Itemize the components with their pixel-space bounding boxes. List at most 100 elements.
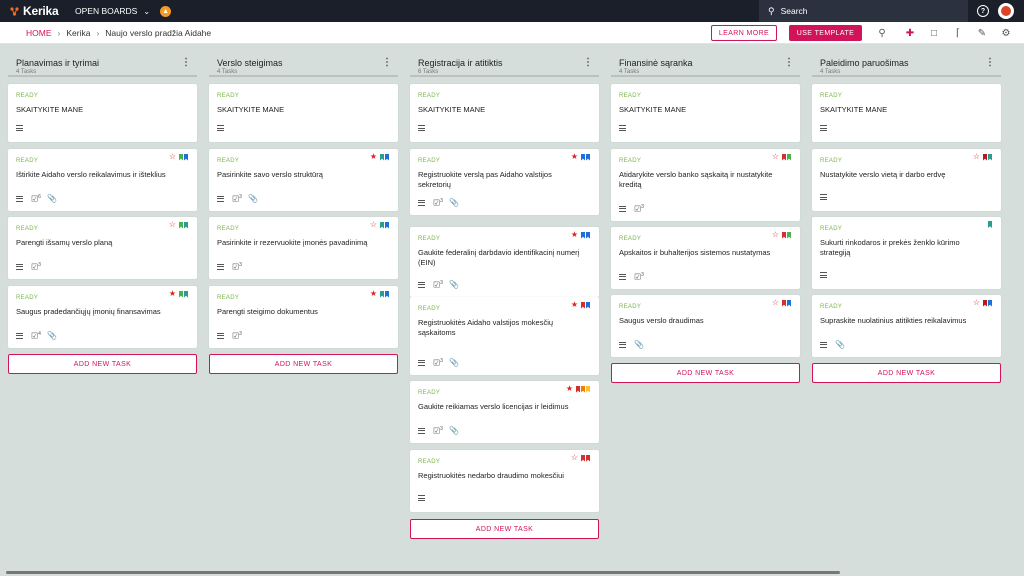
- column-header[interactable]: Finansinė sąranka 4 Tasks ⋮: [611, 55, 800, 77]
- task-card[interactable]: READY SKAITYKITE MANE: [812, 84, 1001, 142]
- description-icon: [16, 332, 23, 339]
- task-card[interactable]: READY SKAITYKITE MANE: [410, 84, 599, 142]
- task-card[interactable]: READY Registruokitės nedarbo draudimo mok…: [410, 450, 599, 512]
- tag-flag-icon: [787, 299, 791, 307]
- tag-flag-icon: [983, 153, 987, 161]
- chat-icon[interactable]: □: [928, 27, 940, 39]
- task-card[interactable]: READY Parengti išsamų verslo planą ☆ ☑3: [8, 217, 197, 279]
- task-card[interactable]: READY Pasirinkite savo verslo struktūrą ★ ☑…: [209, 149, 398, 211]
- more-vert-icon[interactable]: ⋮: [784, 57, 794, 68]
- priority-star-icon[interactable]: ★: [169, 290, 176, 298]
- attachment-icon: 📎: [46, 331, 57, 341]
- more-vert-icon[interactable]: ⋮: [583, 57, 593, 68]
- priority-star-icon[interactable]: ☆: [973, 153, 980, 161]
- task-card[interactable]: READY SKAITYKITE MANE: [209, 84, 398, 142]
- top-bar: Kerika OPEN BOARDS ⌄ ▲ ⚲ Search ?: [0, 0, 1024, 22]
- column-header[interactable]: Verslo steigimas 4 Tasks ⋮: [209, 55, 398, 77]
- search-icon[interactable]: ⚲: [876, 27, 888, 39]
- horizontal-scrollbar[interactable]: [0, 570, 1024, 576]
- open-boards-menu[interactable]: OPEN BOARDS ⌄: [75, 6, 150, 16]
- task-card[interactable]: READY Saugus pradedančiųjų įmonių finansa…: [8, 286, 197, 348]
- task-card[interactable]: READY SKAITYKITE MANE: [611, 84, 800, 142]
- priority-star-icon[interactable]: ☆: [772, 153, 779, 161]
- priority-star-icon[interactable]: ☆: [772, 231, 779, 239]
- priority-star-icon[interactable]: ☆: [973, 299, 980, 307]
- task-indicators: ☑3 📎: [418, 198, 459, 208]
- add-new-task-button[interactable]: ADD NEW TASK: [812, 363, 1001, 383]
- breadcrumb-account[interactable]: Kerika: [66, 28, 90, 38]
- help-icon[interactable]: ?: [977, 5, 989, 17]
- more-vert-icon[interactable]: ⋮: [985, 57, 995, 68]
- column-header[interactable]: Planavimas ir tyrimai 4 Tasks ⋮: [8, 55, 197, 77]
- more-vert-icon[interactable]: ⋮: [382, 57, 392, 68]
- column-header[interactable]: Paleidimo paruošimas 4 Tasks ⋮: [812, 55, 1001, 77]
- task-card[interactable]: READY Gaukite federalinį darbdavio identi…: [410, 227, 599, 297]
- column-task-count: 4 Tasks: [16, 69, 37, 75]
- description-icon: [16, 263, 23, 270]
- task-card[interactable]: READY Atidarykite verslo banko sąskaitą i…: [611, 149, 800, 221]
- kerika-logo[interactable]: Kerika: [9, 4, 71, 18]
- task-card[interactable]: READY Gaukite reikiamas verslo licencijas…: [410, 381, 599, 443]
- task-card[interactable]: READY Ištirkite Aidaho verslo reikalavimu…: [8, 149, 197, 211]
- priority-star-icon[interactable]: ★: [571, 301, 578, 309]
- logo-text: Kerika: [23, 4, 59, 18]
- task-tags: ★: [571, 301, 590, 309]
- column-header[interactable]: Registracija ir atitiktis 6 Tasks ⋮: [410, 55, 599, 77]
- task-card[interactable]: READY Nustatykite verslo vietą ir darbo e…: [812, 149, 1001, 211]
- task-card[interactable]: READY Saugus verslo draudimas ☆ 📎: [611, 295, 800, 357]
- task-title: Registruokitės Aidaho valstijos mokesčių…: [418, 318, 554, 337]
- priority-star-icon[interactable]: ☆: [772, 299, 779, 307]
- task-tags: [987, 221, 992, 228]
- avatar[interactable]: [998, 3, 1014, 19]
- task-card[interactable]: READY Registruokitės Aidaho valstijos mok…: [410, 297, 599, 375]
- priority-star-icon[interactable]: ★: [370, 290, 377, 298]
- priority-star-icon[interactable]: ☆: [571, 454, 578, 462]
- add-new-task-button[interactable]: ADD NEW TASK: [8, 354, 197, 374]
- task-card[interactable]: READY Apskaitos ir buhalterijos sistemos …: [611, 227, 800, 289]
- gear-icon[interactable]: ⚙: [1000, 27, 1012, 39]
- add-new-task-button[interactable]: ADD NEW TASK: [410, 519, 599, 539]
- notification-icon[interactable]: ▲: [160, 5, 172, 17]
- task-card[interactable]: READY Pasirinkite ir rezervuokite įmonės …: [209, 217, 398, 279]
- breadcrumb-home[interactable]: HOME: [26, 28, 52, 38]
- task-status: READY: [217, 226, 240, 232]
- priority-star-icon[interactable]: ☆: [169, 153, 176, 161]
- task-card[interactable]: READY Parengti steigimo dokumentus ★ ☑3: [209, 286, 398, 348]
- description-icon: [418, 427, 425, 434]
- tag-flag-icon: [179, 290, 183, 298]
- scrollbar-thumb[interactable]: [6, 571, 840, 574]
- add-person-icon[interactable]: ✚: [904, 27, 916, 39]
- task-card[interactable]: READY SKAITYKITE MANE: [8, 84, 197, 142]
- task-status: READY: [619, 158, 642, 164]
- attachment-icon: 📎: [634, 340, 644, 349]
- search-label: Search: [780, 6, 808, 16]
- tag-flag-icon: [586, 301, 590, 309]
- priority-star-icon[interactable]: ★: [571, 153, 578, 161]
- search-box[interactable]: ⚲ Search: [759, 0, 968, 22]
- task-status: READY: [418, 158, 441, 164]
- priority-star-icon[interactable]: ☆: [370, 221, 377, 229]
- task-status: READY: [16, 295, 39, 301]
- add-new-task-button[interactable]: ADD NEW TASK: [611, 363, 800, 383]
- tools-icon[interactable]: ✎: [976, 27, 988, 39]
- use-template-button[interactable]: USE TEMPLATE: [789, 25, 862, 41]
- task-tags: ☆: [772, 299, 791, 307]
- description-icon: [820, 341, 827, 348]
- attachment-icon[interactable]: ⌈: [952, 27, 964, 39]
- priority-star-icon[interactable]: ☆: [169, 221, 176, 229]
- priority-star-icon[interactable]: ★: [571, 231, 578, 239]
- priority-star-icon[interactable]: ★: [566, 385, 573, 393]
- task-card[interactable]: READY Registruokite verslą pas Aidaho val…: [410, 149, 599, 215]
- breadcrumb-board: Naujo verslo pradžia Aidahe: [105, 27, 212, 38]
- add-new-task-button[interactable]: ADD NEW TASK: [209, 354, 398, 374]
- description-icon: [619, 205, 626, 212]
- more-vert-icon[interactable]: ⋮: [181, 57, 191, 68]
- breadcrumb: HOME › Kerika › Naujo verslo pradžia Aid…: [26, 28, 211, 38]
- task-indicators: ☑3: [619, 204, 650, 214]
- task-card[interactable]: READY Sukurti rinkodaros ir prekės ženklo…: [812, 217, 1001, 289]
- task-tags: ★: [169, 290, 188, 298]
- tag-flag-icon: [380, 153, 384, 161]
- priority-star-icon[interactable]: ★: [370, 153, 377, 161]
- learn-more-button[interactable]: LEARN MORE: [711, 25, 777, 41]
- task-card[interactable]: READY Supraskite nuolatinius atitikties r…: [812, 295, 1001, 357]
